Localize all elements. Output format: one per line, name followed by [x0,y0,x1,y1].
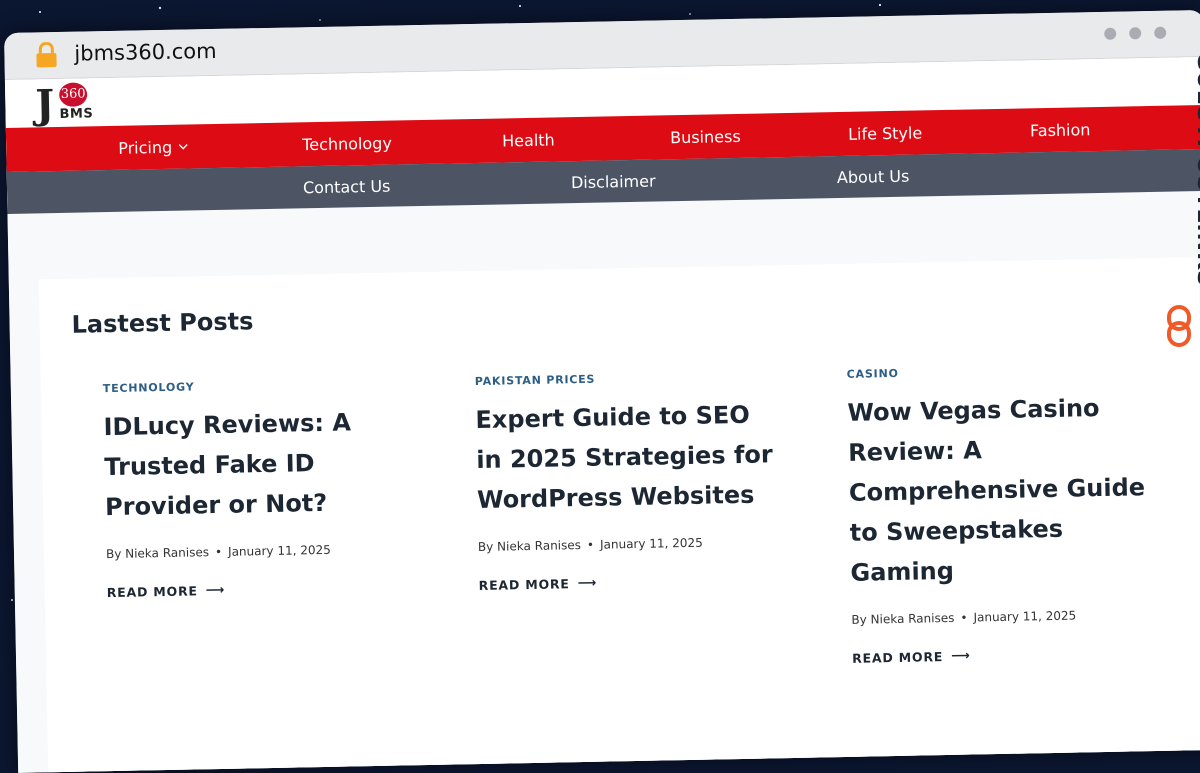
post-author[interactable]: By Nieka Ranises [851,611,954,627]
post-category[interactable]: PAKISTAN PRICES [475,369,775,388]
guestpostlinks-badge: GUESTPOSTLINKS [1162,52,1200,352]
post-card: CASINO Wow Vegas Casino Review: A Compre… [847,362,1153,667]
browser-window: jbms360.com J 360 BMS Pricing Technology [4,9,1200,773]
web-page: J 360 BMS Pricing Technology Health Busi… [4,56,1200,773]
logo-number: 360 [58,82,88,107]
meta-separator: • [214,544,223,560]
post-card: TECHNOLOGY IDLucy Reviews: A Trusted Fak… [103,376,407,601]
window-dot-1[interactable] [1104,27,1117,40]
nav-item-label: Fashion [1029,119,1091,140]
post-title[interactable]: Wow Vegas Casino Review: A Comprehensive… [847,387,1151,593]
nav-item-label: Life Style [847,122,923,144]
post-card: PAKISTAN PRICES Expert Guide to SEO in 2… [475,369,779,594]
link-icon [1167,305,1191,347]
section-title: Lastest Posts [71,307,254,339]
badge-text: GUESTPOSTLINKS [1192,52,1200,287]
post-date: January 11, 2025 [599,535,703,552]
post-title[interactable]: IDLucy Reviews: A Trusted Fake ID Provid… [103,401,405,527]
chevron-down-icon [178,144,188,150]
nav-item-label: Business [669,126,741,147]
window-dot-2[interactable] [1129,27,1142,40]
nav-item-fashion[interactable]: Fashion [1030,107,1091,152]
nav-item-label: Technology [302,133,392,154]
post-category[interactable]: TECHNOLOGY [103,376,403,395]
nav-item-label: Disclaimer [570,171,656,192]
latest-posts-section: Lastest Posts TECHNOLOGY IDLucy Reviews:… [38,257,1200,773]
window-dot-3[interactable] [1154,26,1167,39]
post-date: January 11, 2025 [227,542,331,559]
post-meta: By Nieka Ranises • January 11, 2025 [106,541,406,561]
lock-icon [36,41,57,68]
arrow-right-icon: ⟶ [950,648,971,664]
nav-item-label: Health [501,129,555,150]
read-more-link[interactable]: READ MORE ⟶ [107,583,226,600]
post-title[interactable]: Expert Guide to SEO in 2025 Strategies f… [475,394,777,520]
read-more-label: READ MORE [106,583,198,601]
post-author[interactable]: By Nieka Ranises [106,545,209,561]
meta-separator: • [960,610,968,625]
nav-item-disclaimer[interactable]: Disclaimer [571,160,656,204]
read-more-label: READ MORE [478,576,570,593]
post-meta: By Nieka Ranises • January 11, 2025 [478,534,778,554]
nav-item-health[interactable]: Health [502,117,555,162]
nav-item-label: Contact Us [302,176,391,197]
arrow-right-icon: ⟶ [577,575,598,592]
post-category[interactable]: CASINO [847,362,1147,381]
arrow-right-icon: ⟶ [205,582,226,599]
address-bar-url[interactable]: jbms360.com [74,39,217,66]
nav-item-label: Pricing [118,137,173,158]
site-logo[interactable]: J 360 BMS [34,81,106,129]
nav-item-business[interactable]: Business [670,114,741,159]
read-more-link[interactable]: READ MORE ⟶ [852,649,971,666]
nav-item-label: About Us [836,166,910,187]
read-more-label: READ MORE [852,649,944,666]
nav-item-life-style[interactable]: Life Style [848,110,923,155]
logo-letter: J [34,81,55,129]
logo-suffix: BMS [59,106,94,122]
nav-item-pricing[interactable]: Pricing [118,124,189,169]
window-controls [1104,26,1167,40]
meta-separator: • [586,537,595,552]
post-meta: By Nieka Ranises • January 11, 2025 [851,607,1151,627]
nav-item-technology[interactable]: Technology [302,121,392,167]
post-author[interactable]: By Nieka Ranises [478,538,581,554]
nav-item-contact-us[interactable]: Contact Us [303,165,391,209]
post-date: January 11, 2025 [973,608,1077,625]
read-more-link[interactable]: READ MORE ⟶ [479,576,598,593]
nav-item-about-us[interactable]: About Us [837,155,910,198]
